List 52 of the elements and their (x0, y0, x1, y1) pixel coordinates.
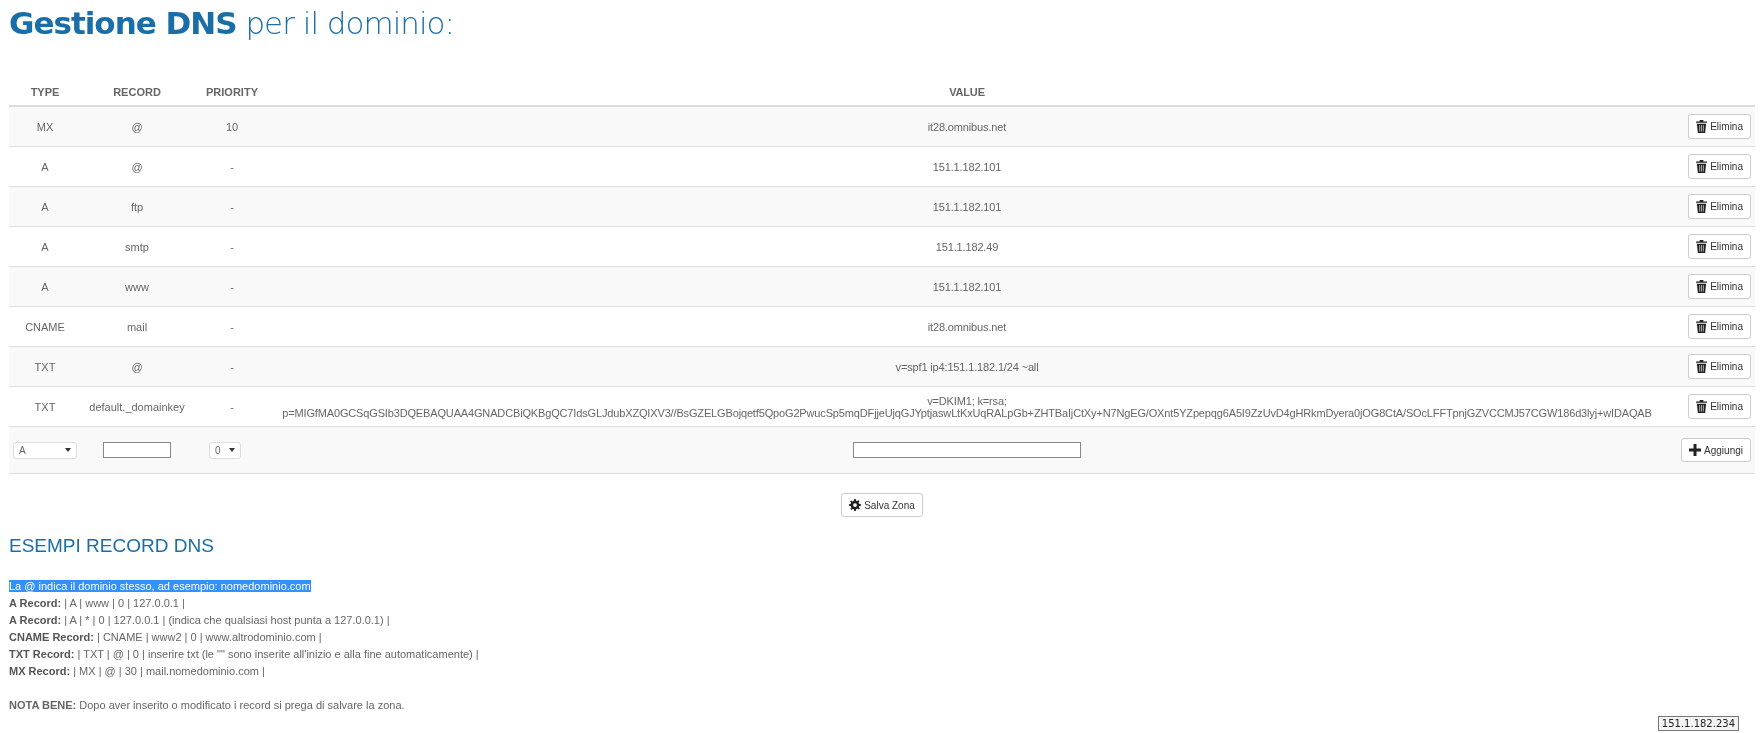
table-cell: www (81, 266, 193, 307)
example-line: TXT Record: | TXT | @ | 0 | inserire txt (le "" sono inserite all'inizio e alla fine automaticamente) | (9, 647, 480, 662)
table-cell: A (9, 186, 81, 227)
trash-icon (1696, 200, 1708, 213)
tooltip: 151.1.182.234 (1657, 716, 1739, 731)
table-cell: it28.omnibus.net (271, 106, 1663, 147)
gear-icon (849, 499, 862, 511)
caret-icon (65, 448, 71, 452)
trash-icon (1696, 360, 1708, 373)
record-input[interactable] (103, 442, 171, 458)
table-cell: - (193, 266, 271, 307)
priority-select[interactable]: 0 (209, 441, 241, 459)
table-cell: TXT (9, 346, 81, 387)
example-line: A Record: | A | * | 0 | 127.0.0.1 | (indica che qualsiasi host punta a 127.0.0.1) | (9, 613, 391, 628)
caret-icon (229, 448, 235, 452)
add-button[interactable]: Aggiungi (1681, 438, 1751, 462)
trash-icon (1696, 120, 1708, 133)
delete-button[interactable]: Elimina (1688, 314, 1751, 339)
table-cell: MX (9, 106, 81, 147)
trash-icon (1696, 280, 1708, 293)
table-cell: 151.1.182.101 (271, 186, 1663, 227)
type-select[interactable]: A (13, 441, 77, 459)
delete-button[interactable]: Elimina (1688, 154, 1751, 179)
save-zone-button[interactable]: Salva Zona (841, 493, 923, 517)
section-heading: ESEMPI RECORD DNS (9, 535, 215, 557)
example-line: CNAME Record: | CNAME | www2 | 0 | www.altrodominio.com | (9, 630, 323, 645)
table-cell: 151.1.182.101 (271, 266, 1663, 307)
table-cell: - (193, 346, 271, 387)
delete-button[interactable]: Elimina (1688, 394, 1751, 419)
plus-icon (1689, 444, 1702, 456)
trash-icon (1696, 240, 1708, 253)
intro-text: La @ indica il dominio stesso, ad esempio: nomedominio.com (9, 580, 311, 592)
trash-icon (1696, 320, 1708, 333)
table-cell: v=spf1 ip4:151.1.182.1/24 ~all (271, 346, 1663, 387)
delete-button[interactable]: Elimina (1688, 234, 1751, 259)
table-cell: A (9, 266, 81, 307)
table-cell: @ (81, 346, 193, 387)
page-title: Gestione DNS per il dominio: (9, 5, 454, 41)
delete-button[interactable]: Elimina (1688, 354, 1751, 379)
note-text: NOTA BENE: Dopo aver inserito o modificato i record si prega di salvare la zona. (9, 698, 406, 713)
table-cell: 10 (193, 106, 271, 147)
example-line: MX Record: | MX | @ | 30 | mail.nomedominio.com | (9, 664, 266, 679)
example-line: A Record: | A | www | 0 | 127.0.0.1 | (9, 596, 186, 611)
trash-icon (1696, 400, 1708, 413)
trash-icon (1696, 160, 1708, 173)
delete-button[interactable]: Elimina (1688, 114, 1751, 139)
table-cell: @ (81, 106, 193, 147)
delete-button[interactable]: Elimina (1688, 274, 1751, 299)
table-cell: - (193, 186, 271, 227)
value-input[interactable] (853, 442, 1081, 458)
table-cell: ftp (81, 186, 193, 227)
delete-button[interactable]: Elimina (1688, 194, 1751, 219)
